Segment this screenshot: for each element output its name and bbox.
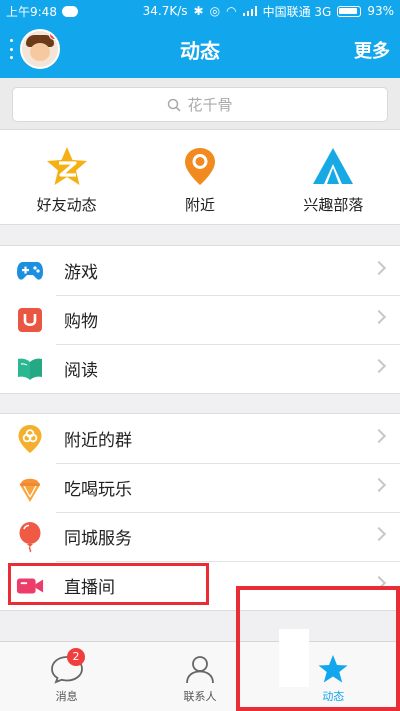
menu-item-label: 同城服务 — [64, 529, 132, 549]
qzone-star-icon — [46, 147, 87, 185]
menu-item-shopping[interactable]: 购物 — [0, 295, 400, 344]
chevron-right-icon — [371, 358, 387, 374]
chevron-right-icon — [371, 428, 387, 444]
chevron-right-icon — [371, 309, 387, 325]
group-pin-icon — [18, 424, 42, 453]
quick-item-friend-feed[interactable]: 好友动态 — [0, 130, 133, 224]
menu-item-label: 吃喝玩乐 — [64, 480, 132, 500]
book-icon — [18, 358, 42, 380]
search-input[interactable]: 花千骨 — [12, 87, 388, 122]
location-pin-icon — [184, 148, 215, 185]
highlight-box-live-room — [8, 563, 209, 605]
title-bar: 动态 更多 — [0, 22, 400, 78]
highlight-box-feed-tab — [236, 586, 400, 711]
menu-item-reading[interactable]: 阅读 — [0, 344, 400, 393]
menu-item-label: 购物 — [64, 312, 98, 332]
balloon-icon — [19, 521, 41, 552]
status-time: 上午9:48 — [6, 4, 57, 19]
contacts-person-icon — [186, 656, 214, 684]
quick-access-bar: 好友动态 附近 兴趣部落 — [0, 130, 400, 225]
tent-icon — [313, 148, 354, 184]
shopping-bag-icon — [18, 307, 42, 332]
menu-item-label: 阅读 — [64, 361, 98, 381]
quick-item-nearby[interactable]: 附近 — [133, 130, 266, 224]
tab-label: 联系人 — [183, 690, 217, 703]
search-icon — [168, 98, 182, 112]
wechat-icon — [61, 5, 78, 17]
tab-messages[interactable]: 2 消息 — [0, 642, 133, 711]
quick-item-tribe[interactable]: 兴趣部落 — [267, 130, 400, 224]
menu-item-label: 游戏 — [64, 263, 98, 283]
menu-item-games[interactable]: 游戏 — [0, 246, 400, 295]
wifi-icon: ◠ — [226, 4, 237, 18]
signal-icon — [242, 6, 257, 16]
carrier-label: 中国联通 3G — [262, 4, 332, 19]
mute-icon: ◎ — [209, 4, 221, 18]
unread-badge: 2 — [67, 648, 85, 666]
page-title: 动态 — [180, 39, 220, 63]
icecream-icon — [20, 478, 40, 502]
search-placeholder: 花千骨 — [187, 96, 233, 114]
menu-item-nearby-groups[interactable]: 附近的群 — [0, 414, 400, 463]
quick-item-label: 附近 — [184, 196, 215, 214]
status-bar: 上午9:48 34.7K/s ✱ ◎ ◠ 中国联通 3G 93% — [0, 0, 400, 22]
menu-item-food-fun[interactable]: 吃喝玩乐 — [0, 463, 400, 512]
battery-icon — [337, 5, 362, 17]
bluetooth-icon: ✱ — [193, 4, 204, 18]
chevron-right-icon — [371, 477, 387, 493]
tab-label: 消息 — [55, 690, 78, 703]
battery-percent: 93% — [367, 4, 394, 18]
search-area: 花千骨 — [0, 78, 400, 130]
chevron-right-icon — [371, 526, 387, 542]
menu-item-local-services[interactable]: 同城服务 — [0, 512, 400, 561]
menu-group-1: 游戏 购物 阅读 — [0, 245, 400, 394]
quick-item-label: 兴趣部落 — [303, 196, 364, 214]
gamepad-icon — [17, 261, 43, 280]
network-speed: 34.7K/s — [142, 4, 188, 18]
menu-item-label: 附近的群 — [64, 431, 132, 451]
quick-item-label: 好友动态 — [36, 196, 97, 214]
chevron-right-icon — [371, 260, 387, 276]
more-button[interactable]: 更多 — [354, 37, 390, 63]
